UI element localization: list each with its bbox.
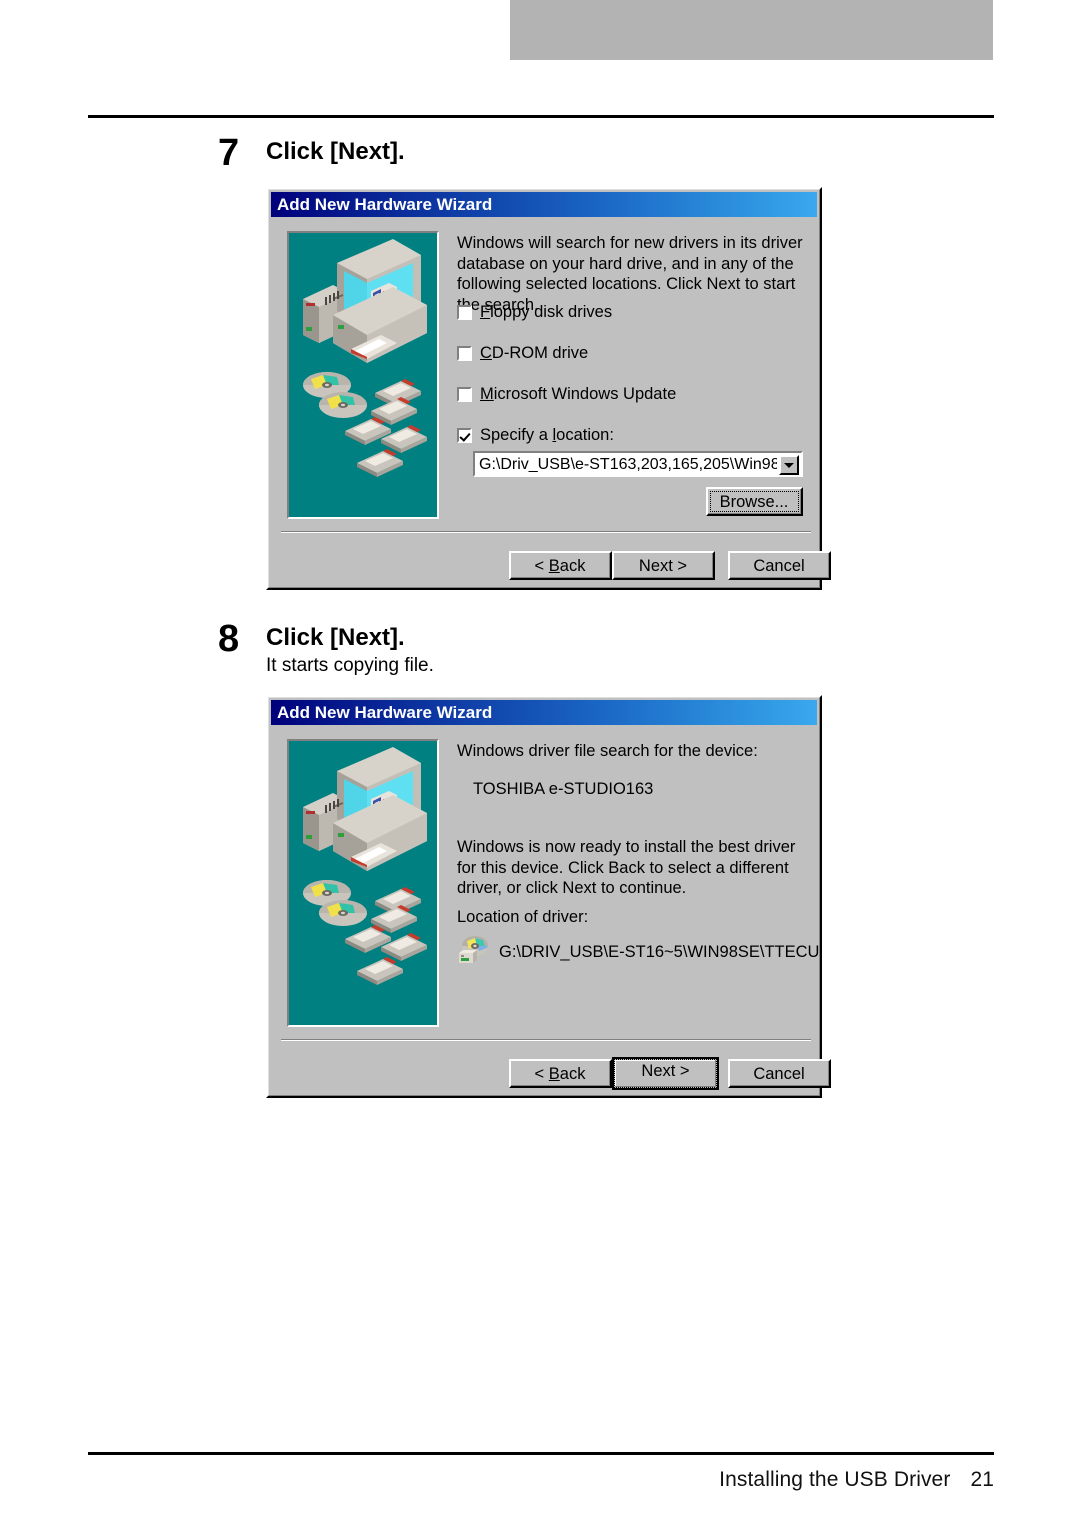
- dialog-1-separator: [281, 531, 811, 533]
- checkbox-specify-location-label: ocation:: [556, 426, 614, 444]
- checkbox-specify-location-box[interactable]: [457, 428, 472, 443]
- step-8-title: Click [Next].: [266, 624, 405, 651]
- location-of-driver-label: Location of driver:: [457, 908, 589, 926]
- driver-path-text: G:\DRIV_USB\E-ST16~5\WIN98SE\TTECU: [499, 943, 820, 961]
- browse-button[interactable]: Browse...: [706, 487, 803, 516]
- checkbox-cdrom-box[interactable]: [457, 346, 472, 361]
- step-8-subtitle: It starts copying file.: [266, 655, 434, 676]
- cancel-button-1-label: Cancel: [753, 557, 805, 575]
- footer-page-number: 21: [970, 1468, 994, 1491]
- back-button-dialog-2[interactable]: < Back: [509, 1059, 612, 1088]
- checkbox-floppy-label: loppy disk drives: [490, 303, 613, 321]
- browse-button-label: Browse...: [719, 493, 789, 511]
- checkbox-cdrom-label: D-ROM drive: [491, 344, 589, 362]
- cdrom-drive-icon: [457, 933, 491, 967]
- back-button-1-label: ack: [559, 557, 586, 575]
- checkbox-microsoft-windows-update[interactable]: Microsoft Windows Update: [457, 385, 676, 403]
- footer-section-title: Installing the USB Driver: [719, 1468, 951, 1491]
- step-8-number: 8: [218, 618, 240, 660]
- checkbox-specify-location-label-pre: Specify a: [480, 426, 553, 444]
- computer-media-illustration: [289, 741, 437, 1025]
- add-new-hardware-wizard-dialog-2[interactable]: Add New Hardware Wizard Windows driver f…: [266, 695, 831, 1098]
- dialog-2-titlebar: Add New Hardware Wizard: [271, 700, 817, 725]
- next-button-1-label: Next >: [638, 557, 688, 575]
- checkbox-floppy-disk-drives[interactable]: Floppy disk drives: [457, 303, 612, 321]
- driver-search-label: Windows driver file search for the devic…: [457, 742, 758, 760]
- next-button-dialog-1[interactable]: Next >: [612, 551, 715, 580]
- next-button-2-label: Next >: [641, 1062, 690, 1080]
- step-8-heading: 8 Click [Next]. It starts copying file.: [218, 620, 818, 690]
- checkbox-windows-update-label: icrosoft Windows Update: [493, 385, 677, 403]
- header-rule: [88, 115, 994, 118]
- footer-rule: [88, 1452, 994, 1455]
- back-button-1-pre: <: [534, 557, 549, 575]
- checkbox-windows-update-box[interactable]: [457, 387, 472, 402]
- page-header-band: [510, 0, 993, 60]
- step-7-heading: 7 Click [Next].: [218, 134, 818, 194]
- checkbox-floppy-box[interactable]: [457, 305, 472, 320]
- cancel-button-dialog-2[interactable]: Cancel: [728, 1059, 831, 1088]
- chevron-down-icon[interactable]: [779, 455, 799, 475]
- step-7-number: 7: [218, 132, 240, 174]
- checkbox-cd-rom-drive[interactable]: CD-ROM drive: [457, 344, 588, 362]
- wizard-art-panel: [287, 231, 439, 519]
- back-button-2-label: ack: [559, 1065, 586, 1083]
- checkbox-specify-a-location[interactable]: Specify a location:: [457, 426, 614, 444]
- dialog-2-separator: [281, 1039, 811, 1041]
- ready-to-install-text: Windows is now ready to install the best…: [457, 838, 796, 897]
- cancel-button-2-label: Cancel: [753, 1065, 805, 1083]
- location-combobox[interactable]: G:\Driv_USB\e-ST163,203,165,205\Win98SE: [473, 451, 803, 477]
- location-combobox-value: G:\Driv_USB\e-ST163,203,165,205\Win98SE: [479, 456, 777, 473]
- back-button-dialog-1[interactable]: < Back: [509, 551, 612, 580]
- step-7-title: Click [Next].: [266, 138, 405, 165]
- add-new-hardware-wizard-dialog-1[interactable]: Add New Hardware Wizard Windows will sea…: [266, 187, 831, 590]
- page-footer: Installing the USB Driver 21: [88, 1468, 994, 1492]
- computer-media-illustration: [289, 233, 437, 517]
- dialog-1-titlebar: Add New Hardware Wizard: [271, 192, 817, 217]
- device-name-text: TOSHIBA e-STUDIO163: [473, 780, 654, 798]
- dialog-1-body: Windows will search for new drivers in i…: [271, 219, 831, 585]
- cancel-button-dialog-1[interactable]: Cancel: [728, 551, 831, 580]
- wizard-art-panel-2: [287, 739, 439, 1027]
- dialog-2-body: Windows driver file search for the devic…: [271, 727, 831, 1093]
- back-button-2-pre: <: [534, 1065, 549, 1083]
- next-button-dialog-2[interactable]: Next >: [612, 1057, 719, 1090]
